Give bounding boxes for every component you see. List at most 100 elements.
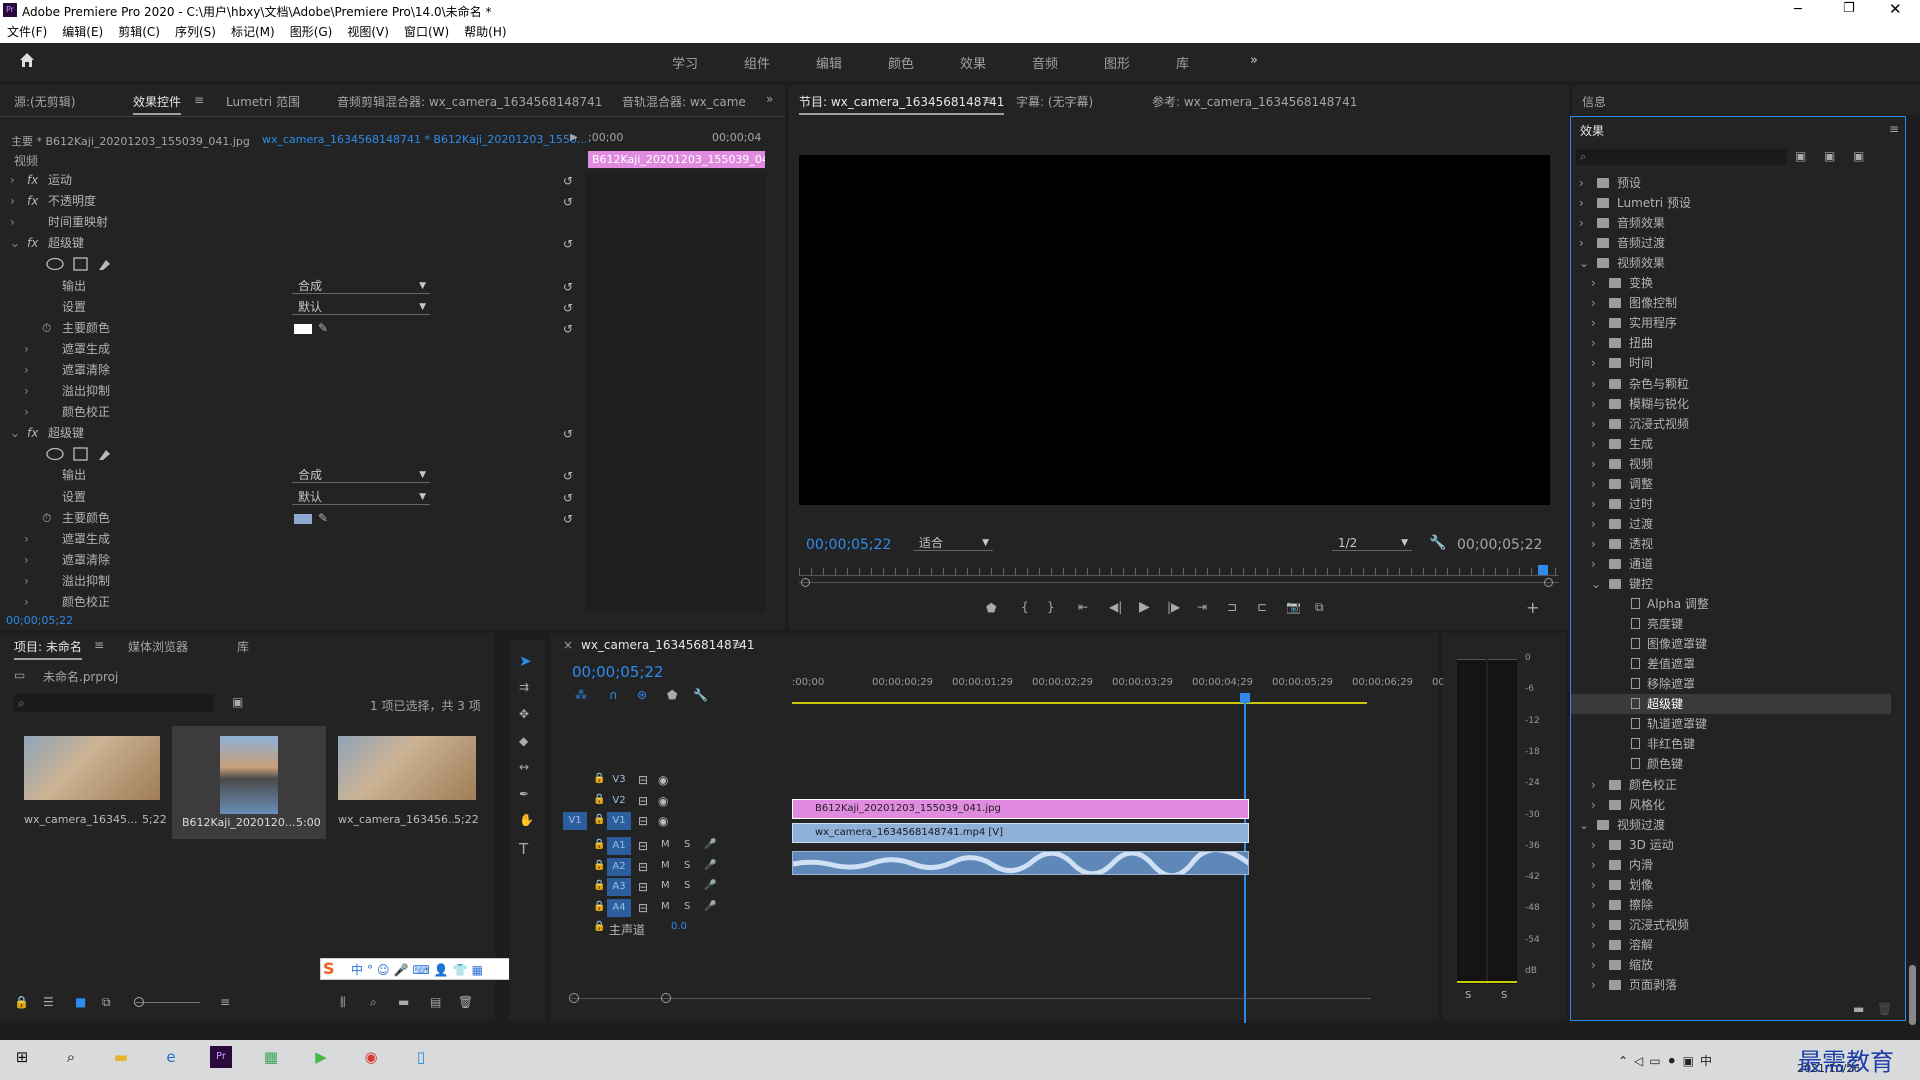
audio-track-header[interactable]: 🔒 A3 ⊟ M S 🎤 <box>551 878 1371 899</box>
reset-icon[interactable]: ↺ <box>563 319 573 340</box>
sync-lock-icon[interactable]: ⊟ <box>638 860 648 874</box>
effects-folder[interactable]: › 沉浸式视频 <box>1571 414 1891 434</box>
expand-toggle-icon[interactable]: › <box>1591 935 1596 955</box>
effect-row[interactable]: ⌄ fx 超级键 ↺ <box>0 233 580 254</box>
resolution-dropdown[interactable]: 1/2 ▼ <box>1332 535 1412 551</box>
expand-toggle-icon[interactable]: › <box>1579 193 1584 213</box>
lock-track-icon[interactable]: 🔒 <box>593 901 605 912</box>
lock-track-icon[interactable]: 🔒 <box>593 880 605 891</box>
effects-folder[interactable]: › 视频 <box>1571 454 1891 474</box>
new-bin-folder-icon[interactable]: ▬ <box>398 995 409 1009</box>
effects-folder[interactable]: › 页面剥落 <box>1571 975 1891 995</box>
sort-icon[interactable]: ≡ <box>220 995 230 1009</box>
zoom-handle-left[interactable] <box>801 578 810 587</box>
zoom-slider-handle[interactable] <box>134 997 144 1007</box>
expand-toggle-icon[interactable]: › <box>1591 454 1596 474</box>
effects-folder[interactable]: › 溶解 <box>1571 935 1891 955</box>
premiere-task-icon[interactable]: Pr <box>210 1046 232 1068</box>
icon-view-icon[interactable]: ■ <box>75 995 86 1009</box>
expand-toggle-icon[interactable]: › <box>1591 273 1596 293</box>
tab-captions[interactable]: 字幕: (无字幕) <box>1016 93 1093 110</box>
lift-icon[interactable]: ⊐ <box>1227 600 1237 614</box>
zoom-handle-right[interactable] <box>1544 578 1553 587</box>
effect-row[interactable]: › 溢出抑制 <box>0 571 580 592</box>
master-volume[interactable]: 0.0 <box>671 921 687 932</box>
hand-tool-icon[interactable]: ✋ <box>519 813 534 827</box>
timeline-menu-icon[interactable]: ≡ <box>732 638 742 652</box>
button-editor-icon[interactable]: + <box>1526 598 1539 617</box>
app-icon[interactable]: ▯ <box>410 1046 432 1068</box>
effects-folder[interactable]: › 擦除 <box>1571 895 1891 915</box>
expand-toggle-icon[interactable]: ⌄ <box>10 233 20 254</box>
track-label[interactable]: V1 <box>607 812 631 830</box>
program-timecode[interactable]: 00;00;05;22 <box>806 537 891 553</box>
effects-folder[interactable]: › 沉浸式视频 <box>1571 915 1891 935</box>
extract-icon[interactable]: ⊏ <box>1257 600 1267 614</box>
wrench-icon[interactable]: 🔧 <box>1429 535 1446 551</box>
play-icon[interactable]: ▶ <box>1139 599 1150 615</box>
reset-icon[interactable]: ↺ <box>563 298 573 319</box>
effects-folder[interactable]: › 风格化 <box>1571 795 1891 815</box>
ec-mini-clip[interactable]: B612Kaji_20201203_155039_041.jp <box>588 151 765 168</box>
reset-icon[interactable]: ↺ <box>563 466 573 487</box>
lock-track-icon[interactable]: 🔒 <box>593 773 605 784</box>
effects-folder[interactable]: › 过渡 <box>1571 514 1891 534</box>
voiceover-icon[interactable]: 🎤 <box>704 860 716 871</box>
workspace-assembly[interactable]: 组件 <box>744 53 770 72</box>
panel-overflow-icon[interactable]: » <box>766 92 773 106</box>
expand-toggle-icon[interactable]: › <box>1591 855 1596 875</box>
expand-toggle-icon[interactable]: › <box>1591 414 1596 434</box>
expand-toggle-icon[interactable]: › <box>1591 875 1596 895</box>
property-dropdown[interactable]: 合成 ▼ <box>292 278 430 294</box>
mute-button[interactable]: M <box>661 901 670 912</box>
ime-toolbar[interactable]: S 中°☺🎤⌨👤👕▦ <box>320 958 526 980</box>
fx-toggle-icon[interactable]: fx <box>27 233 38 254</box>
go-to-out-icon[interactable]: ⇥ <box>1197 600 1207 614</box>
expand-toggle-icon[interactable]: › <box>24 339 29 360</box>
expand-toggle-icon[interactable]: › <box>10 170 15 191</box>
effects-folder[interactable]: ⌄ 视频效果 <box>1571 253 1891 273</box>
go-to-in-icon[interactable]: ⇤ <box>1078 600 1088 614</box>
snap-icon[interactable]: ∩ <box>609 688 618 702</box>
expand-toggle-icon[interactable]: › <box>24 360 29 381</box>
voiceover-icon[interactable]: 🎤 <box>704 880 716 891</box>
effect-row[interactable] <box>0 444 580 465</box>
property-dropdown[interactable]: 默认 ▼ <box>292 299 430 315</box>
tab-source[interactable]: 源:(无剪辑) <box>14 93 75 110</box>
expand-toggle-icon[interactable]: › <box>1591 514 1596 534</box>
reset-icon[interactable]: ↺ <box>563 509 573 530</box>
master-track[interactable]: 🔒 主声道 0.0 <box>551 919 1371 940</box>
effects-folder[interactable]: › 实用程序 <box>1571 313 1891 333</box>
eye-icon[interactable]: ◉ <box>658 794 668 808</box>
menu-edit[interactable]: 编辑(E) <box>62 25 103 39</box>
effects-folder[interactable]: › 颜色校正 <box>1571 775 1891 795</box>
effects-folder[interactable]: › 划像 <box>1571 875 1891 895</box>
windows-start-icon[interactable]: ⊞ <box>11 1046 33 1068</box>
menu-file[interactable]: 文件(F) <box>7 25 47 39</box>
effects-item[interactable]: 移除遮罩 <box>1571 674 1891 694</box>
program-menu-icon[interactable]: ≡ <box>983 93 993 107</box>
effects-search-input[interactable]: ⌕ <box>1576 149 1786 165</box>
property-dropdown[interactable]: 默认 ▼ <box>292 489 430 505</box>
effects-folder[interactable]: › 过时 <box>1571 494 1891 514</box>
effect-row[interactable]: › 颜色校正 <box>0 592 580 613</box>
expand-toggle-icon[interactable]: › <box>1579 173 1584 193</box>
menu-help[interactable]: 帮助(H) <box>464 25 506 39</box>
eyedropper-icon[interactable]: ✎ <box>318 508 328 529</box>
32bit-icon[interactable]: ▣ <box>1824 149 1835 163</box>
chrome-icon[interactable]: ◉ <box>360 1046 382 1068</box>
fx-toggle-icon[interactable]: fx <box>27 423 38 444</box>
expand-toggle-icon[interactable]: › <box>1579 213 1584 233</box>
lock-track-icon[interactable]: 🔒 <box>593 921 605 932</box>
effects-folder[interactable]: › Lumetri 预设 <box>1571 193 1891 213</box>
track-label[interactable]: V3 <box>607 771 631 789</box>
automate-icon[interactable]: ⫼ <box>340 995 346 1010</box>
thumb-item-2[interactable]: B612Kaji_2020120... 5:00 <box>172 726 326 839</box>
sync-lock-icon[interactable]: ⊟ <box>638 773 648 787</box>
effects-item[interactable]: Alpha 调整 <box>1571 594 1891 614</box>
tab-media-browser[interactable]: 媒体浏览器 <box>128 638 188 655</box>
effects-folder[interactable]: › 内滑 <box>1571 855 1891 875</box>
tab-libraries[interactable]: 库 <box>237 638 249 655</box>
effects-folder[interactable]: › 音频过渡 <box>1571 233 1891 253</box>
reset-icon[interactable]: ↺ <box>563 192 573 213</box>
